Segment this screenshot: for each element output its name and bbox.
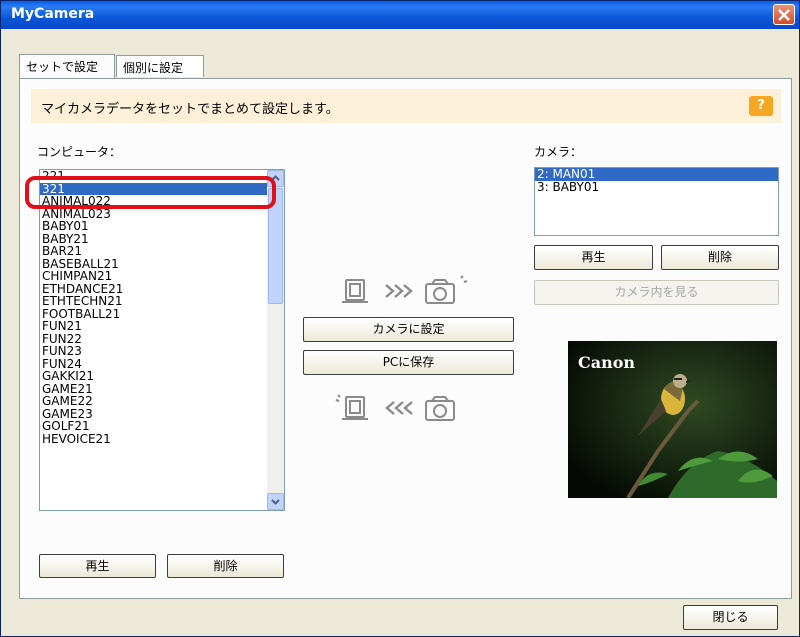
canon-logo: Canon — [578, 353, 636, 372]
arrow-left-icon — [385, 401, 413, 415]
camera-icon — [425, 275, 468, 304]
info-bar: マイカメラデータをセットでまとめて設定します。 ? — [31, 89, 781, 123]
list-item[interactable]: BABY01 — [40, 220, 284, 233]
computer-icon — [342, 279, 368, 303]
title-bar[interactable]: MyCamera — [1, 1, 799, 29]
computer-scrollbar[interactable] — [267, 170, 284, 510]
scroll-down-button[interactable] — [267, 493, 284, 510]
computer-delete-button[interactable]: 削除 — [167, 554, 284, 578]
list-item[interactable]: FUN21 — [40, 320, 284, 333]
chevron-down-icon — [271, 499, 280, 505]
close-button[interactable]: 閉じる — [683, 605, 778, 630]
transfer-to-camera-graphic — [342, 275, 468, 304]
tab-individual-settings[interactable]: 個別に設定 — [116, 55, 204, 77]
window-title: MyCamera — [11, 6, 95, 22]
highlight-annotation — [25, 176, 276, 209]
close-window-button[interactable] — [773, 4, 795, 25]
list-item[interactable]: BAR21 — [40, 245, 284, 258]
info-text: マイカメラデータをセットでまとめて設定します。 — [41, 102, 339, 117]
transfer-to-pc-graphic — [335, 394, 455, 421]
view-camera-contents-button[interactable]: カメラ内を見る — [534, 280, 779, 305]
tab-label: セットで設定 — [26, 60, 99, 74]
computer-play-button[interactable]: 再生 — [39, 554, 156, 578]
tab-label: 個別に設定 — [123, 61, 184, 75]
computer-label: コンピュータ： — [37, 145, 122, 159]
camera-icon — [425, 396, 455, 421]
help-button[interactable]: ? — [749, 96, 773, 116]
list-item[interactable]: 2: MAN01 — [535, 168, 778, 181]
camera-preview-photo: Canon — [568, 341, 777, 498]
computer-listbox[interactable]: 221 321 ANIMAL022 ANIMAL023 BABY01 BABY21 BAR2… — [39, 169, 285, 511]
list-item[interactable]: GAME22 — [40, 395, 284, 408]
mycamera-window: MyCamera セットで設定 個別に設定 マイカメラデータをセットでまとめて設… — [0, 0, 800, 637]
set-to-camera-button[interactable]: カメラに設定 — [303, 317, 514, 342]
list-item[interactable]: CHIMPAN21 — [40, 270, 284, 283]
list-item[interactable]: 3: BABY01 — [535, 180, 778, 194]
camera-label: カメラ： — [534, 145, 583, 159]
close-icon — [778, 9, 790, 21]
save-to-pc-button[interactable]: PCに保存 — [303, 350, 514, 375]
list-item[interactable]: GAKKI21 — [40, 370, 284, 383]
list-item[interactable]: HEVOICE21 — [40, 432, 284, 446]
arrow-right-icon — [385, 284, 413, 298]
camera-play-button[interactable]: 再生 — [534, 245, 653, 270]
list-item[interactable]: GOLF21 — [40, 420, 284, 433]
list-item[interactable]: FUN23 — [40, 345, 284, 358]
list-item[interactable]: ETHTECHN21 — [40, 295, 284, 308]
camera-delete-button[interactable]: 削除 — [661, 245, 779, 270]
tab-set-settings[interactable]: セットで設定 — [19, 54, 115, 78]
computer-icon — [335, 394, 368, 420]
camera-listbox[interactable]: 2: MAN01 3: BABY01 — [534, 167, 779, 236]
